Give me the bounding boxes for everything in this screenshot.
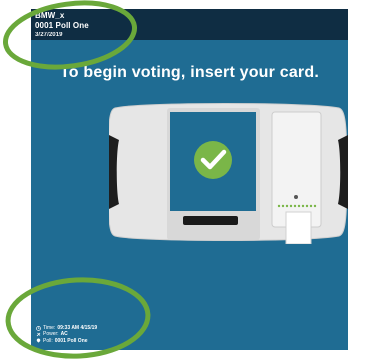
card-slot [183, 216, 238, 225]
clock-icon [36, 325, 41, 331]
header-info: BMW_x 0001 Poll One 3/27/2019 [35, 11, 89, 39]
card-reader-illustration [109, 102, 348, 244]
poll-row: Poll: 0001 Poll One [36, 338, 97, 344]
poll-value: 0001 Poll One [54, 337, 88, 344]
poll-icon [36, 338, 41, 343]
insert-card-instruction: To begin voting, insert your card. [60, 64, 319, 81]
card-reader-svg [109, 103, 348, 244]
election-date: 3/27/2019 [35, 32, 63, 38]
plug-icon [36, 332, 41, 337]
poll-label: Poll: [43, 337, 53, 344]
check-circle-icon [194, 141, 232, 179]
voting-screen: BMW_x 0001 Poll One 3/27/2019 To begin v… [31, 9, 348, 350]
status-indicator [294, 195, 298, 199]
header-bar: BMW_x 0001 Poll One 3/27/2019 [31, 9, 348, 40]
device-model: BMW_x [35, 11, 65, 20]
status-footer: Time: 09:33 AM 4/15/19 Power: AC Poll: 0… [36, 325, 97, 344]
poll-name: 0001 Poll One [35, 21, 89, 30]
printer-module [271, 111, 322, 228]
receipt-paper [285, 211, 312, 244]
